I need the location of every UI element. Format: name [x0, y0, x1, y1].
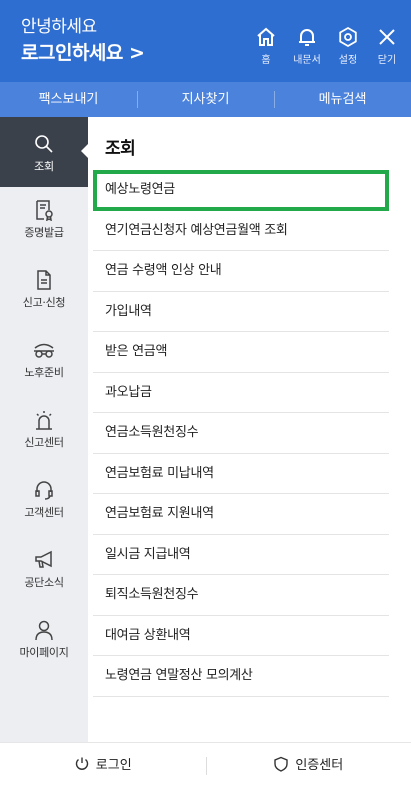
menu-item-lump-sum-history[interactable]: 일시금 지급내역: [93, 535, 389, 575]
glasses-icon: [34, 343, 54, 358]
power-icon: [75, 757, 88, 770]
menu-item-premium-support[interactable]: 연금보험료 지원내역: [93, 494, 389, 535]
search-icon: [35, 135, 53, 153]
gear-icon: [339, 26, 357, 48]
person-icon: [35, 620, 53, 641]
app-header: 안녕하세요 로그인하세요 > 홈 내문서 설정 닫기: [0, 0, 411, 82]
close-icon: [379, 29, 395, 45]
category-sidebar: 조회 증명발급 신고·신청 노후준비 신고센터 고객센터 공단소식 마이페이지: [0, 117, 89, 742]
home-label: 홈: [261, 55, 271, 66]
sidebar-item-retirement[interactable]: 노후준비: [0, 327, 88, 397]
sidebar-item-report-center[interactable]: 신고센터: [0, 397, 88, 467]
sidebar-item-mypage[interactable]: 마이페이지: [0, 607, 88, 677]
login-button[interactable]: 로그인: [0, 743, 206, 803]
megaphone-icon: [35, 550, 52, 568]
cert-center-button[interactable]: 인증센터: [205, 743, 411, 803]
menu-item-pension-withholding[interactable]: 연금소득원천징수: [93, 413, 389, 454]
branch-finder-link[interactable]: 지사찾기: [137, 82, 274, 117]
menu-item-loan-repayment[interactable]: 대여금 상환내역: [93, 616, 389, 656]
close-label: 닫기: [377, 55, 397, 66]
menu-item-expected-pension[interactable]: 예상노령연금: [93, 170, 389, 211]
inquiry-menu-list: 예상노령연금 연기연금신청자 예상연금월액 조회 연금 수령액 인상 안내 가입…: [93, 170, 389, 697]
menu-item-enrollment-history[interactable]: 가입내역: [93, 292, 389, 332]
menu-item-deferred-pension-inquiry[interactable]: 연기연금신청자 예상연금월액 조회: [93, 211, 389, 251]
menu-item-retirement-withholding[interactable]: 퇴직소득원천징수: [93, 575, 389, 616]
document-icon: [37, 270, 51, 290]
sidebar-item-news[interactable]: 공단소식: [0, 537, 88, 607]
certificate-icon: [36, 200, 53, 221]
sidebar-label-report-center: 신고센터: [24, 436, 64, 449]
home-icon: [257, 27, 275, 46]
menu-item-overpayment[interactable]: 과오납금: [93, 373, 389, 413]
greeting-text: 안녕하세요: [21, 17, 97, 37]
sidebar-label-mypage: 마이페이지: [19, 646, 69, 659]
sidebar-label-customer-center: 고객센터: [24, 506, 64, 519]
bottom-bar: 로그인 인증센터: [0, 742, 411, 803]
menu-item-pension-increase-notice[interactable]: 연금 수령액 인상 안내: [93, 251, 389, 292]
cert-center-label: 인증센터: [295, 758, 344, 773]
sidebar-item-report[interactable]: 신고·신청: [0, 257, 88, 327]
section-title: 조회: [105, 139, 136, 159]
bell-icon: [299, 29, 315, 46]
shield-icon: [274, 756, 289, 772]
sub-navigation: 팩스보내기 지사찾기 메뉴검색: [0, 82, 411, 117]
settings-button[interactable]: 설정: [328, 26, 368, 66]
menu-panel: 조회 예상노령연금 연기연금신청자 예상연금월액 조회 연금 수령액 인상 안내…: [88, 117, 411, 742]
sidebar-item-customer-center[interactable]: 고객센터: [0, 467, 88, 537]
login-link[interactable]: 로그인하세요 >: [21, 38, 145, 65]
lamp-icon: [36, 411, 52, 430]
sidebar-label-retirement: 노후준비: [24, 366, 64, 379]
headset-icon: [35, 481, 53, 500]
my-documents-label: 내문서: [293, 55, 321, 66]
sidebar-label-certificate: 증명발급: [24, 226, 64, 239]
login-button-label: 로그인: [95, 758, 132, 773]
sidebar-label-report: 신고·신청: [22, 296, 66, 309]
sidebar-item-inquiry[interactable]: 조회: [0, 117, 89, 187]
settings-label: 설정: [338, 55, 358, 66]
menu-item-received-pension[interactable]: 받은 연금액: [93, 332, 389, 373]
my-documents-button[interactable]: 내문서: [287, 26, 327, 66]
fax-send-link[interactable]: 팩스보내기: [0, 82, 137, 117]
menu-item-year-end-simulation[interactable]: 노령연금 연말정산 모의계산: [93, 656, 389, 697]
home-button[interactable]: 홈: [246, 26, 286, 66]
menu-item-unpaid-premiums[interactable]: 연금보험료 미납내역: [93, 454, 389, 494]
menu-search-link[interactable]: 메뉴검색: [274, 82, 411, 117]
sidebar-label-inquiry: 조회: [34, 160, 54, 173]
sidebar-item-certificate[interactable]: 증명발급: [0, 187, 88, 257]
sidebar-label-news: 공단소식: [24, 576, 64, 589]
close-button[interactable]: 닫기: [367, 26, 407, 66]
